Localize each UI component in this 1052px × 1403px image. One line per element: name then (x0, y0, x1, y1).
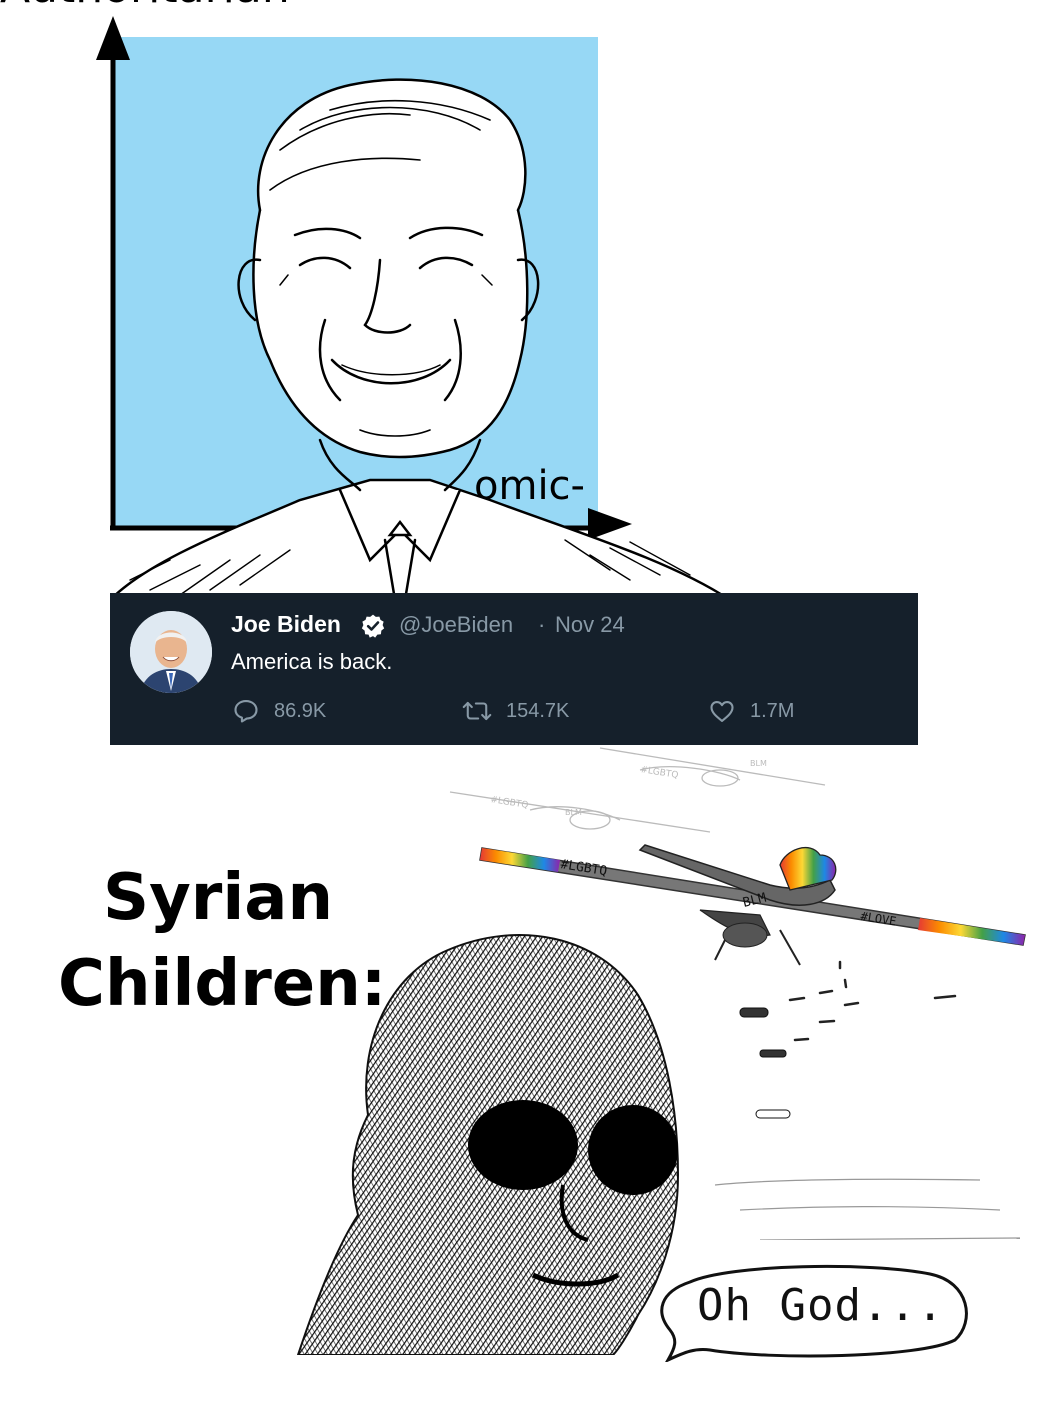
portrait-drawing (110, 78, 730, 600)
tweet-separator: · (538, 612, 546, 637)
reply-button[interactable]: 86.9K (232, 697, 326, 725)
svg-text:#LGBTQ: #LGBTQ (640, 765, 679, 781)
reply-count: 86.9K (274, 699, 327, 722)
svg-text:#LGBTQ: #LGBTQ (490, 795, 529, 811)
tweet-date[interactable]: Nov 24 (555, 612, 625, 638)
retweet-button[interactable]: 154.7K (462, 697, 569, 725)
speech-bubble-text: Oh God... (697, 1280, 945, 1331)
like-icon (710, 700, 734, 722)
like-count: 1.7M (750, 699, 795, 722)
verified-icon (361, 614, 385, 638)
tweet-handle[interactable]: @JoeBiden (399, 612, 513, 638)
tweet-text: America is back. (231, 649, 393, 674)
wojak-drawing (296, 934, 680, 1355)
avatar[interactable] (130, 611, 212, 693)
retweet-icon (462, 701, 492, 721)
reply-icon (234, 700, 258, 723)
like-button[interactable]: 1.7M (708, 697, 794, 725)
tweet-display-name[interactable]: Joe Biden (231, 611, 341, 638)
svg-text:BLM: BLM (750, 759, 767, 768)
svg-text:BLM: BLM (565, 808, 582, 817)
drone-tag-love: #LOVE (860, 909, 898, 928)
tweet-card: Joe Biden @JoeBiden · Nov 24 America is … (110, 593, 918, 745)
retweet-count: 154.7K (506, 699, 570, 722)
